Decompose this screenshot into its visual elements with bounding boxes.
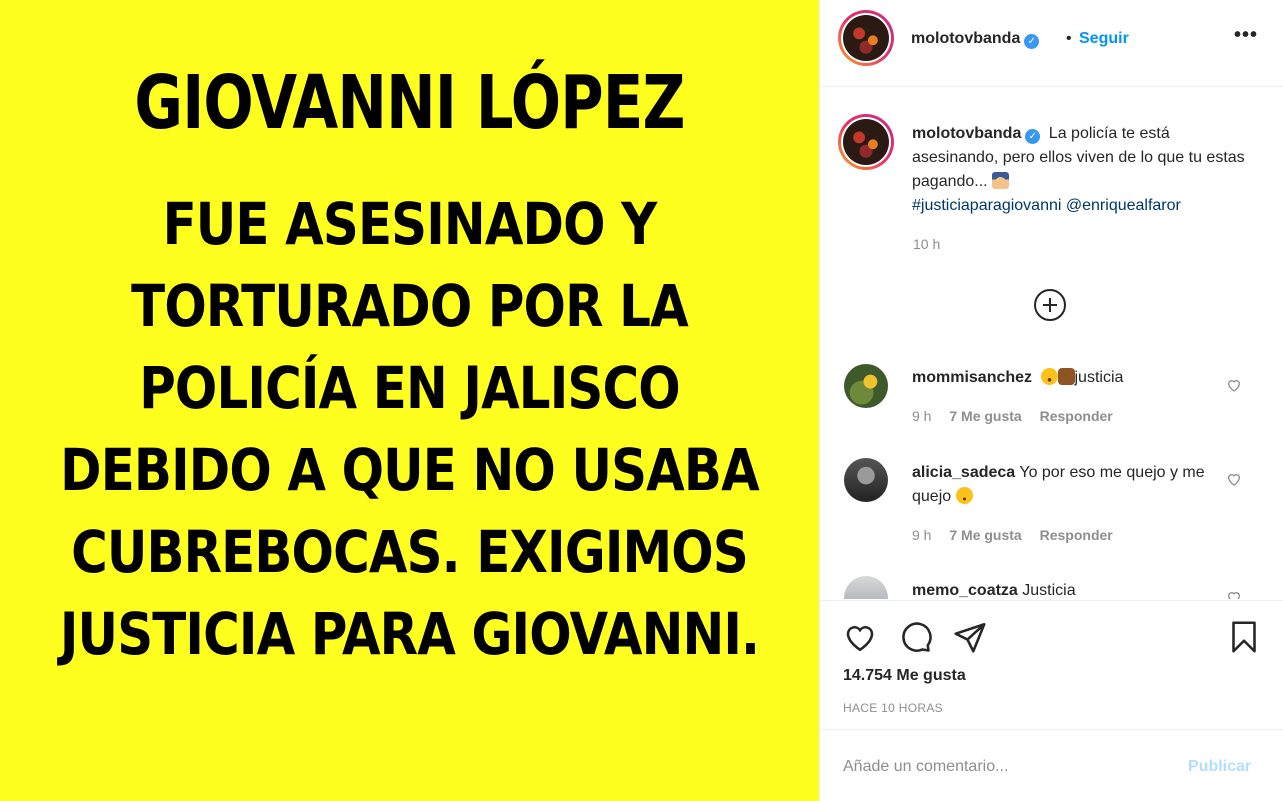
comment-body: mommisanchez justicia (912, 366, 1212, 390)
caption-avatar[interactable] (838, 114, 894, 170)
caption-username[interactable]: molotovbanda ✓ (912, 125, 1041, 144)
image-text-line: DEBIDO A QUE NO USABA (60, 436, 760, 504)
commenter-username[interactable]: memo_coatza (912, 582, 1018, 599)
bookmark-icon[interactable] (1226, 619, 1262, 655)
caption-username-text[interactable]: molotovbanda (912, 125, 1021, 142)
post-header: molotovbanda ✓ • Seguir ••• (820, 0, 1283, 87)
comment-text: justicia (1074, 369, 1124, 386)
add-comment-bar: Publicar (820, 731, 1283, 801)
persevering-face-emoji (955, 487, 973, 504)
follow-button[interactable]: Seguir (1079, 30, 1129, 48)
commenter-avatar[interactable] (844, 364, 888, 408)
commenter-username[interactable]: mommisanchez (912, 369, 1032, 386)
image-text-line: CUBREBOCAS. EXIGIMOS (71, 518, 749, 586)
image-text-line: JUSTICIA PARA GIOVANNI. (59, 600, 760, 668)
image-text-line: FUE ASESINADO Y (162, 190, 658, 258)
hashtag-link[interactable]: #justiciaparagiovanni (912, 197, 1061, 214)
heart-icon[interactable] (1226, 589, 1242, 599)
comment-icon[interactable] (897, 619, 933, 655)
comment-time[interactable]: 9 h (912, 527, 931, 543)
author-username[interactable]: molotovbanda ✓ (911, 30, 1040, 49)
post-image[interactable]: GIOVANNI LÓPEZ FUE ASESINADO Y TORTURADO… (0, 0, 819, 801)
comment-input[interactable] (843, 755, 1173, 779)
comment-body: memo_coatza Justicia (912, 579, 1212, 599)
heart-icon[interactable] (1226, 377, 1242, 393)
post-sidebar: molotovbanda ✓ • Seguir ••• molotovbanda ✓… (819, 0, 1283, 801)
verified-badge-icon: ✓ (1025, 129, 1041, 144)
fearful-face-emoji (1040, 368, 1058, 385)
share-icon[interactable] (952, 619, 988, 655)
image-text-line: TORTURADO POR LA (131, 272, 689, 340)
likes-count[interactable]: 14.754 Me gusta (843, 667, 966, 685)
caption-time[interactable]: 10 h (913, 236, 940, 252)
more-options-icon[interactable]: ••• (1234, 24, 1258, 47)
comment-meta: 9 h 7 Me gusta Responder (912, 408, 1127, 424)
comment-time[interactable]: 9 h (912, 408, 931, 424)
post-actions: 14.754 Me gusta HACE 10 HORAS (820, 600, 1283, 730)
image-text-line: GIOVANNI LÓPEZ (134, 60, 685, 146)
comments-list[interactable]: molotovbanda ✓ La policía te está asesina… (820, 88, 1283, 599)
caption-text-block: molotovbanda ✓ La policía te está asesina… (912, 122, 1252, 218)
plus-circle-icon[interactable] (1034, 289, 1066, 321)
author-avatar[interactable] (838, 10, 894, 66)
comment-body: alicia_sadeca Yo por eso me quejo y me q… (912, 461, 1212, 509)
separator-dot: • (1066, 30, 1072, 47)
reply-button[interactable]: Responder (1040, 408, 1113, 424)
comment-likes[interactable]: 7 Me gusta (949, 408, 1021, 424)
mention-link[interactable]: @enriquealfaror (1066, 197, 1181, 214)
comment-meta: 9 h 7 Me gusta Responder (912, 527, 1127, 543)
reply-button[interactable]: Responder (1040, 527, 1113, 543)
comment-text: Justicia (1022, 582, 1076, 599)
heart-icon[interactable] (842, 619, 878, 655)
author-username-text[interactable]: molotovbanda (911, 30, 1020, 47)
verified-badge-icon: ✓ (1024, 34, 1040, 49)
comment-likes[interactable]: 7 Me gusta (949, 527, 1021, 543)
image-text-line: POLICÍA EN JALISCO (139, 354, 680, 422)
police-officer-emoji (992, 172, 1010, 189)
commenter-avatar[interactable] (844, 576, 888, 599)
raised-fist-emoji (1057, 368, 1075, 385)
heart-icon[interactable] (1226, 471, 1242, 487)
commenter-avatar[interactable] (844, 458, 888, 502)
publish-button[interactable]: Publicar (1188, 758, 1251, 776)
post-time[interactable]: HACE 10 HORAS (843, 701, 943, 715)
commenter-username[interactable]: alicia_sadeca (912, 464, 1015, 481)
